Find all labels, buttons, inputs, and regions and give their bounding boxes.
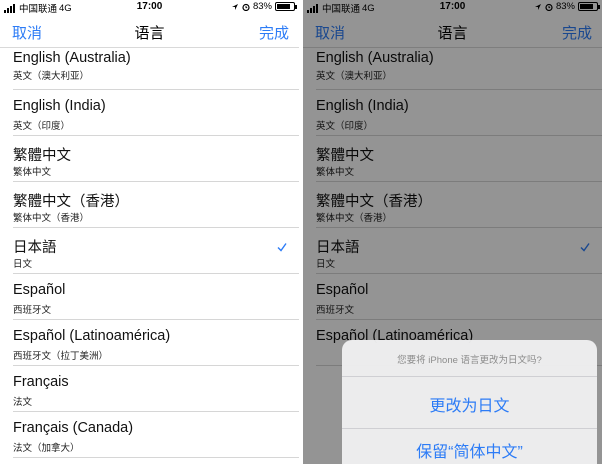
language-row[interactable]: Français 法文 xyxy=(0,366,299,412)
row-separator xyxy=(13,457,299,458)
battery-icon xyxy=(275,2,297,11)
divider xyxy=(342,376,597,377)
language-localized-name: 日文 xyxy=(13,259,33,270)
page-title: 语言 xyxy=(134,25,165,42)
location-icon xyxy=(231,3,238,10)
language-row[interactable]: English (Australia) 英文（澳大利亚） xyxy=(0,48,299,90)
language-localized-name: 繁体中文 xyxy=(13,167,52,178)
language-screen-right: 中国联通 4G 17:00 83% 取消 语言 完成 English (Aust… xyxy=(303,0,602,464)
change-to-japanese-button[interactable]: 更改为日文 xyxy=(342,392,597,416)
language-name: Français (Canada) xyxy=(13,420,134,436)
language-localized-name: 法文（加拿大） xyxy=(13,443,80,454)
action-sheet: 您要将 iPhone 语言更改为日文吗? 更改为日文 保留“简体中文” xyxy=(342,340,597,464)
battery-percent: 83% xyxy=(252,1,272,12)
keep-simplified-chinese-button[interactable]: 保留“简体中文” xyxy=(342,438,597,462)
language-localized-name: 英文（印度） xyxy=(13,121,71,132)
language-name: Español xyxy=(13,282,66,298)
language-row[interactable]: Français (Canada) 法文（加拿大） xyxy=(0,412,299,458)
done-button[interactable]: 完成 xyxy=(259,22,289,43)
language-localized-name: 法文 xyxy=(13,397,33,408)
navigation-bar: 取消 语言 完成 xyxy=(0,14,299,48)
language-row[interactable]: 日本語 日文 xyxy=(0,228,299,274)
language-row[interactable]: 繁體中文 繁体中文 xyxy=(0,136,299,182)
language-name: 繁體中文 xyxy=(13,148,71,164)
alarm-icon xyxy=(242,3,250,11)
language-name: English (India) xyxy=(13,98,106,114)
language-row[interactable]: Español 西班牙文 xyxy=(0,274,299,320)
language-localized-name: 繁体中文（香港） xyxy=(13,213,90,224)
divider xyxy=(342,428,597,429)
language-row[interactable]: Español (Latinoamérica) 西班牙文（拉丁美洲） xyxy=(0,320,299,366)
checkmark-icon xyxy=(277,243,287,252)
language-name: English (Australia) xyxy=(13,50,131,66)
status-bar: 中国联通 4G 17:00 83% xyxy=(0,0,299,15)
language-localized-name: 英文（澳大利亚） xyxy=(13,71,90,82)
language-name: Français xyxy=(13,374,69,390)
language-name: 日本語 xyxy=(13,240,57,256)
language-row[interactable]: 繁體中文（香港） 繁体中文（香港） xyxy=(0,182,299,228)
language-name: Español (Latinoamérica) xyxy=(13,328,171,344)
language-row[interactable]: English (India) 英文（印度） xyxy=(0,90,299,136)
language-name: 繁體中文（香港） xyxy=(13,194,129,210)
language-screen-left: 中国联通 4G 17:00 83% 取消 语言 完成 English (Aust… xyxy=(0,0,299,464)
language-list: English (Australia) 英文（澳大利亚） English (Indi… xyxy=(0,48,299,458)
action-sheet-message: 您要将 iPhone 语言更改为日文吗? xyxy=(397,355,542,366)
language-localized-name: 西班牙文（拉丁美洲） xyxy=(13,351,109,362)
language-localized-name: 西班牙文 xyxy=(13,305,52,316)
